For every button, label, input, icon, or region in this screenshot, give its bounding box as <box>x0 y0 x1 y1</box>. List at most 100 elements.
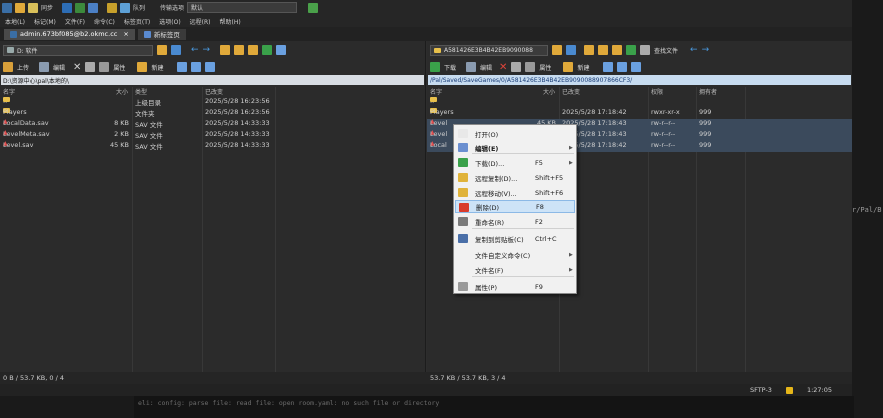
back-icon[interactable]: ← <box>690 45 698 55</box>
filter-select-icon[interactable] <box>631 62 642 72</box>
parent-dir-icon[interactable] <box>584 45 594 55</box>
remote-file-row[interactable]: .. <box>427 97 852 108</box>
col-modified[interactable]: 已改变 <box>562 87 580 96</box>
context-menu-item[interactable]: 打开(O) <box>455 127 575 140</box>
context-menu-item[interactable]: 文件名(F) ▶ <box>455 263 575 276</box>
context-menu-item[interactable]: 属性(P) F9 <box>455 280 575 293</box>
local-file-row[interactable]: ▲ LocalData.sav 8 KB SAV 文件 2025/5/28 14:33:… <box>0 119 425 130</box>
find-files-button[interactable]: 查找文件 <box>654 46 678 55</box>
menu-item[interactable]: 文件(F) <box>65 17 85 26</box>
menu-item[interactable]: 帮助(H) <box>220 17 241 26</box>
delete-icon[interactable]: ✕ <box>499 62 507 73</box>
local-file-row[interactable]: ▲ LevelMeta.sav 2 KB SAV 文件 2025/5/28 14:33:… <box>0 130 425 141</box>
rename-icon[interactable] <box>511 62 522 72</box>
putty-icon[interactable] <box>75 2 86 13</box>
filter-icon[interactable] <box>566 45 576 55</box>
menu-item[interactable]: 远程(R) <box>190 17 211 26</box>
upload-button[interactable]: 上传 <box>17 63 29 72</box>
properties-icon[interactable] <box>99 62 110 72</box>
properties-icon[interactable] <box>525 62 536 72</box>
menu-item[interactable]: 本地(L) <box>5 17 25 26</box>
edit-icon[interactable] <box>466 62 477 72</box>
home-dir-icon[interactable] <box>248 45 259 55</box>
transfer-preset-dropdown[interactable]: 默认 <box>187 2 298 13</box>
col-type[interactable]: 类型 <box>135 87 147 96</box>
root-dir-icon[interactable] <box>234 45 245 55</box>
new-button[interactable]: 新建 <box>577 63 589 72</box>
col-name[interactable]: 名字 <box>3 87 15 96</box>
queue-button[interactable]: 队列 <box>133 3 145 12</box>
compare-icon[interactable] <box>28 2 38 13</box>
plus-icon[interactable] <box>177 62 188 72</box>
close-icon[interactable]: × <box>123 30 128 38</box>
menu-item[interactable]: 标记(M) <box>34 17 56 26</box>
menu-item[interactable]: 选项(O) <box>159 17 180 26</box>
new-button[interactable]: 新建 <box>151 63 163 72</box>
download-button[interactable]: 下载 <box>444 63 456 72</box>
rename-icon[interactable] <box>85 62 96 72</box>
delete-icon[interactable]: ✕ <box>73 62 81 73</box>
parent-dir-icon[interactable] <box>220 45 231 55</box>
edit-icon[interactable] <box>39 62 50 72</box>
new-folder-icon[interactable] <box>137 62 148 72</box>
filter-icon[interactable] <box>171 45 181 55</box>
menu-item[interactable]: 标签页(T) <box>124 17 150 26</box>
context-menu-label: 属性(P) <box>475 283 497 292</box>
menu-item[interactable]: 命令(C) <box>94 17 115 26</box>
root-dir-icon[interactable] <box>598 45 608 55</box>
session-tab[interactable]: admin.673bf085@b2.okmc.cc × <box>4 28 135 40</box>
context-menu-item[interactable]: 下载(D)... F5 ▶ <box>455 156 575 169</box>
forward-icon[interactable]: → <box>203 45 211 55</box>
edit-button[interactable]: 编辑 <box>480 63 492 72</box>
col-modified[interactable]: 已改变 <box>205 87 223 96</box>
upload-icon[interactable] <box>3 62 13 72</box>
refresh-icon[interactable] <box>626 45 636 55</box>
local-path-bar[interactable]: D:\资源中心\pal\本地的\ <box>1 75 424 85</box>
gear-icon[interactable] <box>107 2 118 13</box>
local-drive-dropdown[interactable]: D: 软件 <box>3 44 153 56</box>
lock-icon[interactable] <box>785 386 793 394</box>
context-menu-item[interactable]: 删除(D) F8 <box>455 200 575 213</box>
find-files-icon[interactable] <box>640 45 650 55</box>
refresh-icon[interactable] <box>262 45 273 55</box>
queue-icon[interactable] <box>120 2 131 13</box>
new-tab[interactable]: 新标签页 <box>137 28 186 40</box>
forward-icon[interactable]: → <box>702 45 710 55</box>
plus-icon[interactable] <box>603 62 614 72</box>
local-file-row[interactable]: Players 文件夹 2025/5/28 16:23:56 <box>0 108 425 119</box>
home-dir-icon[interactable] <box>612 45 622 55</box>
edit-button[interactable]: 编辑 <box>53 63 65 72</box>
folder-icon[interactable] <box>15 2 25 13</box>
remote-path-bar[interactable]: /Pal/Saved/SaveGames/0/A581426E3B4B42EB9… <box>428 75 851 85</box>
properties-button[interactable]: 属性 <box>113 63 125 72</box>
local-file-row[interactable]: .. 上级目录 2025/5/28 16:23:56 <box>0 97 425 108</box>
new-folder-icon[interactable] <box>563 62 574 72</box>
console-icon[interactable] <box>62 2 73 13</box>
context-menu-item[interactable]: 远程移动(V)... Shift+F6 <box>455 186 575 199</box>
context-menu-item[interactable]: 重命名(R) F2 <box>455 215 575 228</box>
col-rights[interactable]: 权限 <box>651 87 663 96</box>
minus-icon[interactable] <box>617 62 628 72</box>
col-size[interactable]: 大小 <box>543 87 555 96</box>
context-menu-item[interactable]: 复制到剪贴板(C) Ctrl+C <box>455 232 575 245</box>
col-name[interactable]: 名字 <box>430 87 442 96</box>
open-folder-icon[interactable] <box>552 45 562 55</box>
view-icon[interactable] <box>276 45 287 55</box>
properties-button[interactable]: 属性 <box>539 63 551 72</box>
local-file-row[interactable]: ▲ Level.sav 45 KB SAV 文件 2025/5/28 14:33:33 <box>0 141 425 152</box>
filter-select-icon[interactable] <box>205 62 216 72</box>
local-icon[interactable] <box>2 2 12 13</box>
back-icon[interactable]: ← <box>191 45 199 55</box>
open-folder-icon[interactable] <box>157 45 167 55</box>
context-menu-item[interactable]: 文件自定义命令(C) ▶ <box>455 248 575 261</box>
col-size[interactable]: 大小 <box>116 87 128 96</box>
col-owner[interactable]: 拥有者 <box>699 87 717 96</box>
context-menu-item[interactable]: 远程复制(D)... Shift+F5 <box>455 171 575 184</box>
find-icon[interactable] <box>88 2 99 13</box>
download-icon[interactable] <box>430 62 440 72</box>
globe-icon[interactable] <box>308 2 319 13</box>
minus-icon[interactable] <box>191 62 202 72</box>
remote-file-row[interactable]: Players 2025/5/28 17:18:42 rwxr-xr-x 999 <box>427 108 852 119</box>
sync-button[interactable]: 同步 <box>41 3 53 12</box>
remote-dir-dropdown[interactable]: A581426E3B4B42EB9090088 <box>430 44 548 56</box>
